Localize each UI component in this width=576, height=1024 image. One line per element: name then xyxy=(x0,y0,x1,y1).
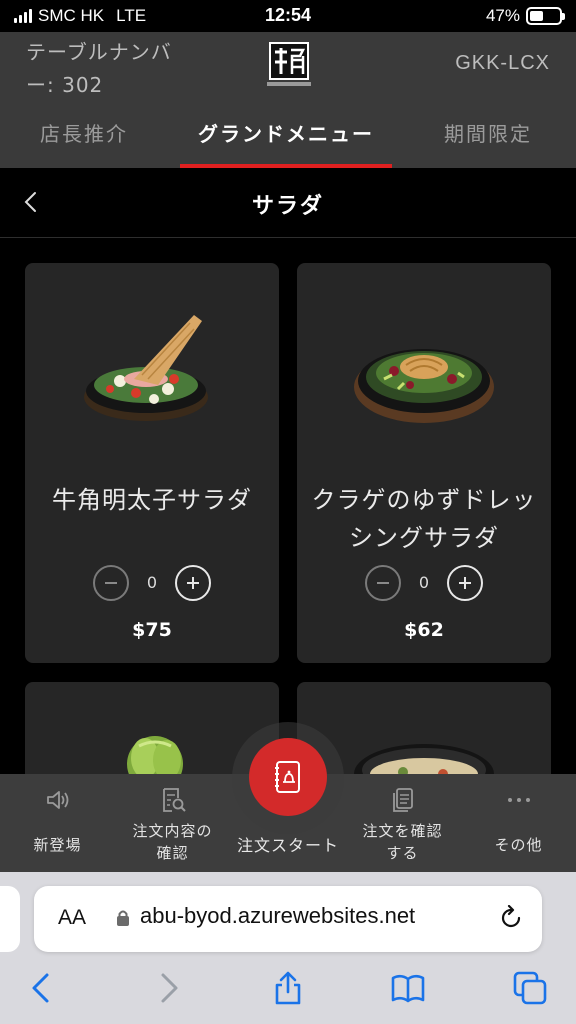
category-title: サラダ xyxy=(251,194,324,219)
increase-quantity-button[interactable] xyxy=(447,565,483,601)
category-bar: サラダ xyxy=(0,168,576,238)
quantity-stepper: 0 xyxy=(297,565,551,603)
jellyfish-salad-image-icon xyxy=(354,349,494,423)
gyukaku-logo-icon[interactable] xyxy=(265,40,313,88)
quantity-stepper: 0 xyxy=(25,565,279,603)
back-arrow-icon[interactable] xyxy=(24,970,60,1006)
forward-arrow-icon[interactable] xyxy=(150,970,186,1006)
plus-icon xyxy=(187,577,199,589)
url-text[interactable]: abu-byod.azurewebsites.net xyxy=(140,903,415,929)
battery-percent: 47% xyxy=(485,6,520,25)
nav-new-items[interactable]: 新登場 xyxy=(0,774,115,872)
reload-icon[interactable] xyxy=(498,905,524,931)
nav-label: その他 xyxy=(494,836,543,854)
text-size-button[interactable]: AA xyxy=(58,906,86,930)
menu-item-card[interactable]: 牛角明太子サラダ 0 $75 xyxy=(25,263,279,663)
documents-icon xyxy=(392,788,413,812)
lock-icon xyxy=(117,910,129,926)
nav-other[interactable]: その他 xyxy=(461,774,576,872)
nav-label: 注文内容の確認 xyxy=(132,822,213,862)
start-order-button[interactable] xyxy=(249,738,327,816)
menu-item-price: $75 xyxy=(132,619,172,641)
document-search-icon xyxy=(162,788,186,812)
battery-icon xyxy=(526,7,565,25)
app-header: テーブルナンバー: 302 GKK-LCX 店長推介 グランドメニュー 期間限定 xyxy=(0,32,576,168)
nav-label: 注文を確認する xyxy=(362,822,443,862)
share-icon[interactable] xyxy=(270,970,306,1006)
bookmarks-book-icon[interactable] xyxy=(390,970,426,1006)
tab-limited-time[interactable]: 期間限定 xyxy=(424,114,552,168)
browser-chrome: AA abu-byod.azurewebsites.net xyxy=(0,872,576,1024)
menu-item-name: 牛角明太子サラダ xyxy=(52,486,252,514)
tab-grand-menu[interactable]: グランドメニュー xyxy=(176,114,396,168)
menu-item-card[interactable]: クラゲのゆずドレッシングサラダ 0 $62 xyxy=(297,263,551,663)
mentaiko-salad-image-icon xyxy=(84,315,208,421)
tab-manager-recommendation[interactable]: 店長推介 xyxy=(20,114,148,168)
lettuce-image-icon xyxy=(127,736,183,774)
menu-tabs: 店長推介 グランドメニュー 期間限定 xyxy=(0,114,576,168)
menu-item-price: $62 xyxy=(404,619,444,641)
increase-quantity-button[interactable] xyxy=(175,565,211,601)
nav-label: 新登場 xyxy=(33,836,82,854)
text-size-label: AA xyxy=(58,906,87,929)
quantity-value: 0 xyxy=(146,573,158,592)
quantity-value: 0 xyxy=(418,573,430,592)
store-code: GKK-LCX xyxy=(455,52,550,74)
status-bar: SMC HK LTE 12:54 47% xyxy=(0,0,576,32)
more-dots-icon xyxy=(507,798,530,802)
plus-icon xyxy=(459,577,471,589)
speaker-icon xyxy=(46,791,68,809)
table-number: テーブルナンバー: 302 xyxy=(26,40,172,97)
address-bar[interactable]: AA abu-byod.azurewebsites.net xyxy=(34,886,542,952)
browser-toolbar xyxy=(0,968,576,1016)
previous-tab-preview[interactable] xyxy=(0,886,20,952)
menu-grid: 牛角明太子サラダ 0 $75 クラゲのゆずドレッシングサラダ 0 $62 xyxy=(0,238,576,774)
tabs-overview-icon[interactable] xyxy=(512,970,548,1006)
battery-status: 47% xyxy=(485,6,565,26)
order-book-icon xyxy=(275,761,300,793)
salad-bowl-image-icon xyxy=(354,744,494,774)
nav-order-review[interactable]: 注文内容の確認 xyxy=(115,774,230,872)
nav-confirm-order[interactable]: 注文を確認する xyxy=(345,774,460,872)
menu-item-name: クラゲのゆずドレッシングサラダ xyxy=(311,486,537,552)
start-order-label[interactable]: 注文スタート xyxy=(224,832,352,856)
